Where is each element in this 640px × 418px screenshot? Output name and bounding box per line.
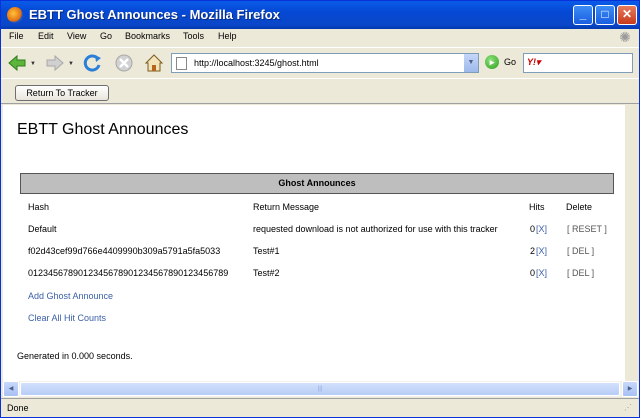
delete-link[interactable]: [ DEL ] — [567, 268, 594, 278]
delete-link[interactable]: [ DEL ] — [567, 246, 594, 256]
row-hits: 0 — [530, 224, 536, 234]
row-hash: 0123456789012345678901234567890123456789 — [28, 268, 229, 278]
status-text: Done — [7, 403, 29, 413]
row-message: Test#2 — [253, 268, 280, 278]
column-return-message: Return Message — [253, 202, 320, 212]
page-content: EBTT Ghost Announces Ghost Announces Has… — [3, 105, 625, 381]
reset-hits-link[interactable]: [X] — [536, 246, 547, 256]
address-input[interactable]: http://localhost:3245/ghost.html — [194, 58, 319, 68]
scroll-thumb[interactable]: ||| — [20, 382, 620, 396]
search-input[interactable]: Y!▾ — [523, 53, 633, 73]
menu-edit[interactable]: Edit — [38, 31, 54, 41]
forward-dropdown-icon[interactable]: ▼ — [68, 61, 74, 67]
return-to-tracker-button[interactable]: Return To Tracker — [15, 85, 109, 101]
row-message: requested download is not authorized for… — [253, 224, 498, 234]
row-message: Test#1 — [253, 246, 280, 256]
back-dropdown-icon[interactable]: ▼ — [30, 61, 36, 67]
go-label: Go — [504, 57, 517, 67]
menu-view[interactable]: View — [67, 31, 86, 41]
menu-bar: File Edit View Go Bookmarks Tools Help — [1, 29, 639, 47]
column-hash: Hash — [28, 202, 50, 212]
column-delete: Delete — [566, 202, 593, 212]
column-hits: Hits — [529, 202, 545, 212]
address-bar[interactable]: http://localhost:3245/ghost.html ▼ — [171, 53, 479, 73]
scroll-left-icon[interactable]: ◀ — [3, 381, 19, 397]
window-title: EBTT Ghost Announces - Mozilla Firefox — [29, 7, 280, 22]
forward-arrow-icon[interactable] — [45, 53, 65, 73]
row-hash: f02d43cef99d766e4409990b309a5791a5fa5033 — [28, 246, 221, 256]
bookmarks-toolbar: Return To Tracker — [1, 78, 639, 104]
browser-window: EBTT Ghost Announces - Mozilla Firefox _… — [0, 0, 640, 418]
reset-hits-link[interactable]: [X] — [536, 224, 547, 234]
home-icon[interactable] — [144, 53, 164, 73]
menu-bookmarks[interactable]: Bookmarks — [125, 31, 170, 41]
title-bar[interactable]: EBTT Ghost Announces - Mozilla Firefox _… — [1, 1, 639, 29]
search-engine-icon[interactable]: Y!▾ — [527, 57, 541, 68]
menu-tools[interactable]: Tools — [183, 31, 204, 41]
close-button[interactable]: ✕ — [617, 5, 637, 25]
page-title: EBTT Ghost Announces — [17, 121, 189, 138]
navigation-toolbar: ▼ ▼ http://localhost:3245/ghost.html ▼ ▸… — [1, 47, 639, 77]
row-hash: Default — [28, 224, 57, 234]
menu-file[interactable]: File — [9, 31, 24, 41]
resize-grip-icon[interactable]: ⋰ — [624, 403, 636, 415]
add-ghost-announce-link[interactable]: Add Ghost Announce — [28, 291, 113, 301]
scroll-right-icon[interactable]: ▶ — [622, 381, 638, 397]
menu-help[interactable]: Help — [218, 31, 237, 41]
reset-link[interactable]: [ RESET ] — [567, 224, 607, 234]
generation-time: Generated in 0.000 seconds. — [17, 351, 133, 361]
back-arrow-icon[interactable] — [7, 53, 27, 73]
table-title: Ghost Announces — [20, 173, 614, 194]
throbber-icon: ✺ — [619, 29, 631, 45]
address-dropdown-icon[interactable]: ▼ — [463, 54, 478, 72]
reload-icon[interactable] — [83, 53, 103, 73]
horizontal-scrollbar[interactable]: ◀ ||| ▶ — [3, 381, 639, 397]
clear-hit-counts-link[interactable]: Clear All Hit Counts — [28, 313, 106, 323]
menu-go[interactable]: Go — [100, 31, 112, 41]
maximize-button[interactable]: □ — [595, 5, 615, 25]
firefox-icon — [7, 7, 23, 23]
row-hits: 2 — [530, 246, 536, 256]
stop-icon[interactable] — [114, 53, 134, 73]
page-icon — [176, 57, 187, 70]
status-bar: Done ⋰ — [1, 398, 639, 417]
go-icon: ▸ — [485, 55, 499, 69]
reset-hits-link[interactable]: [X] — [536, 268, 547, 278]
minimize-button[interactable]: _ — [573, 5, 593, 25]
row-hits: 0 — [530, 268, 536, 278]
